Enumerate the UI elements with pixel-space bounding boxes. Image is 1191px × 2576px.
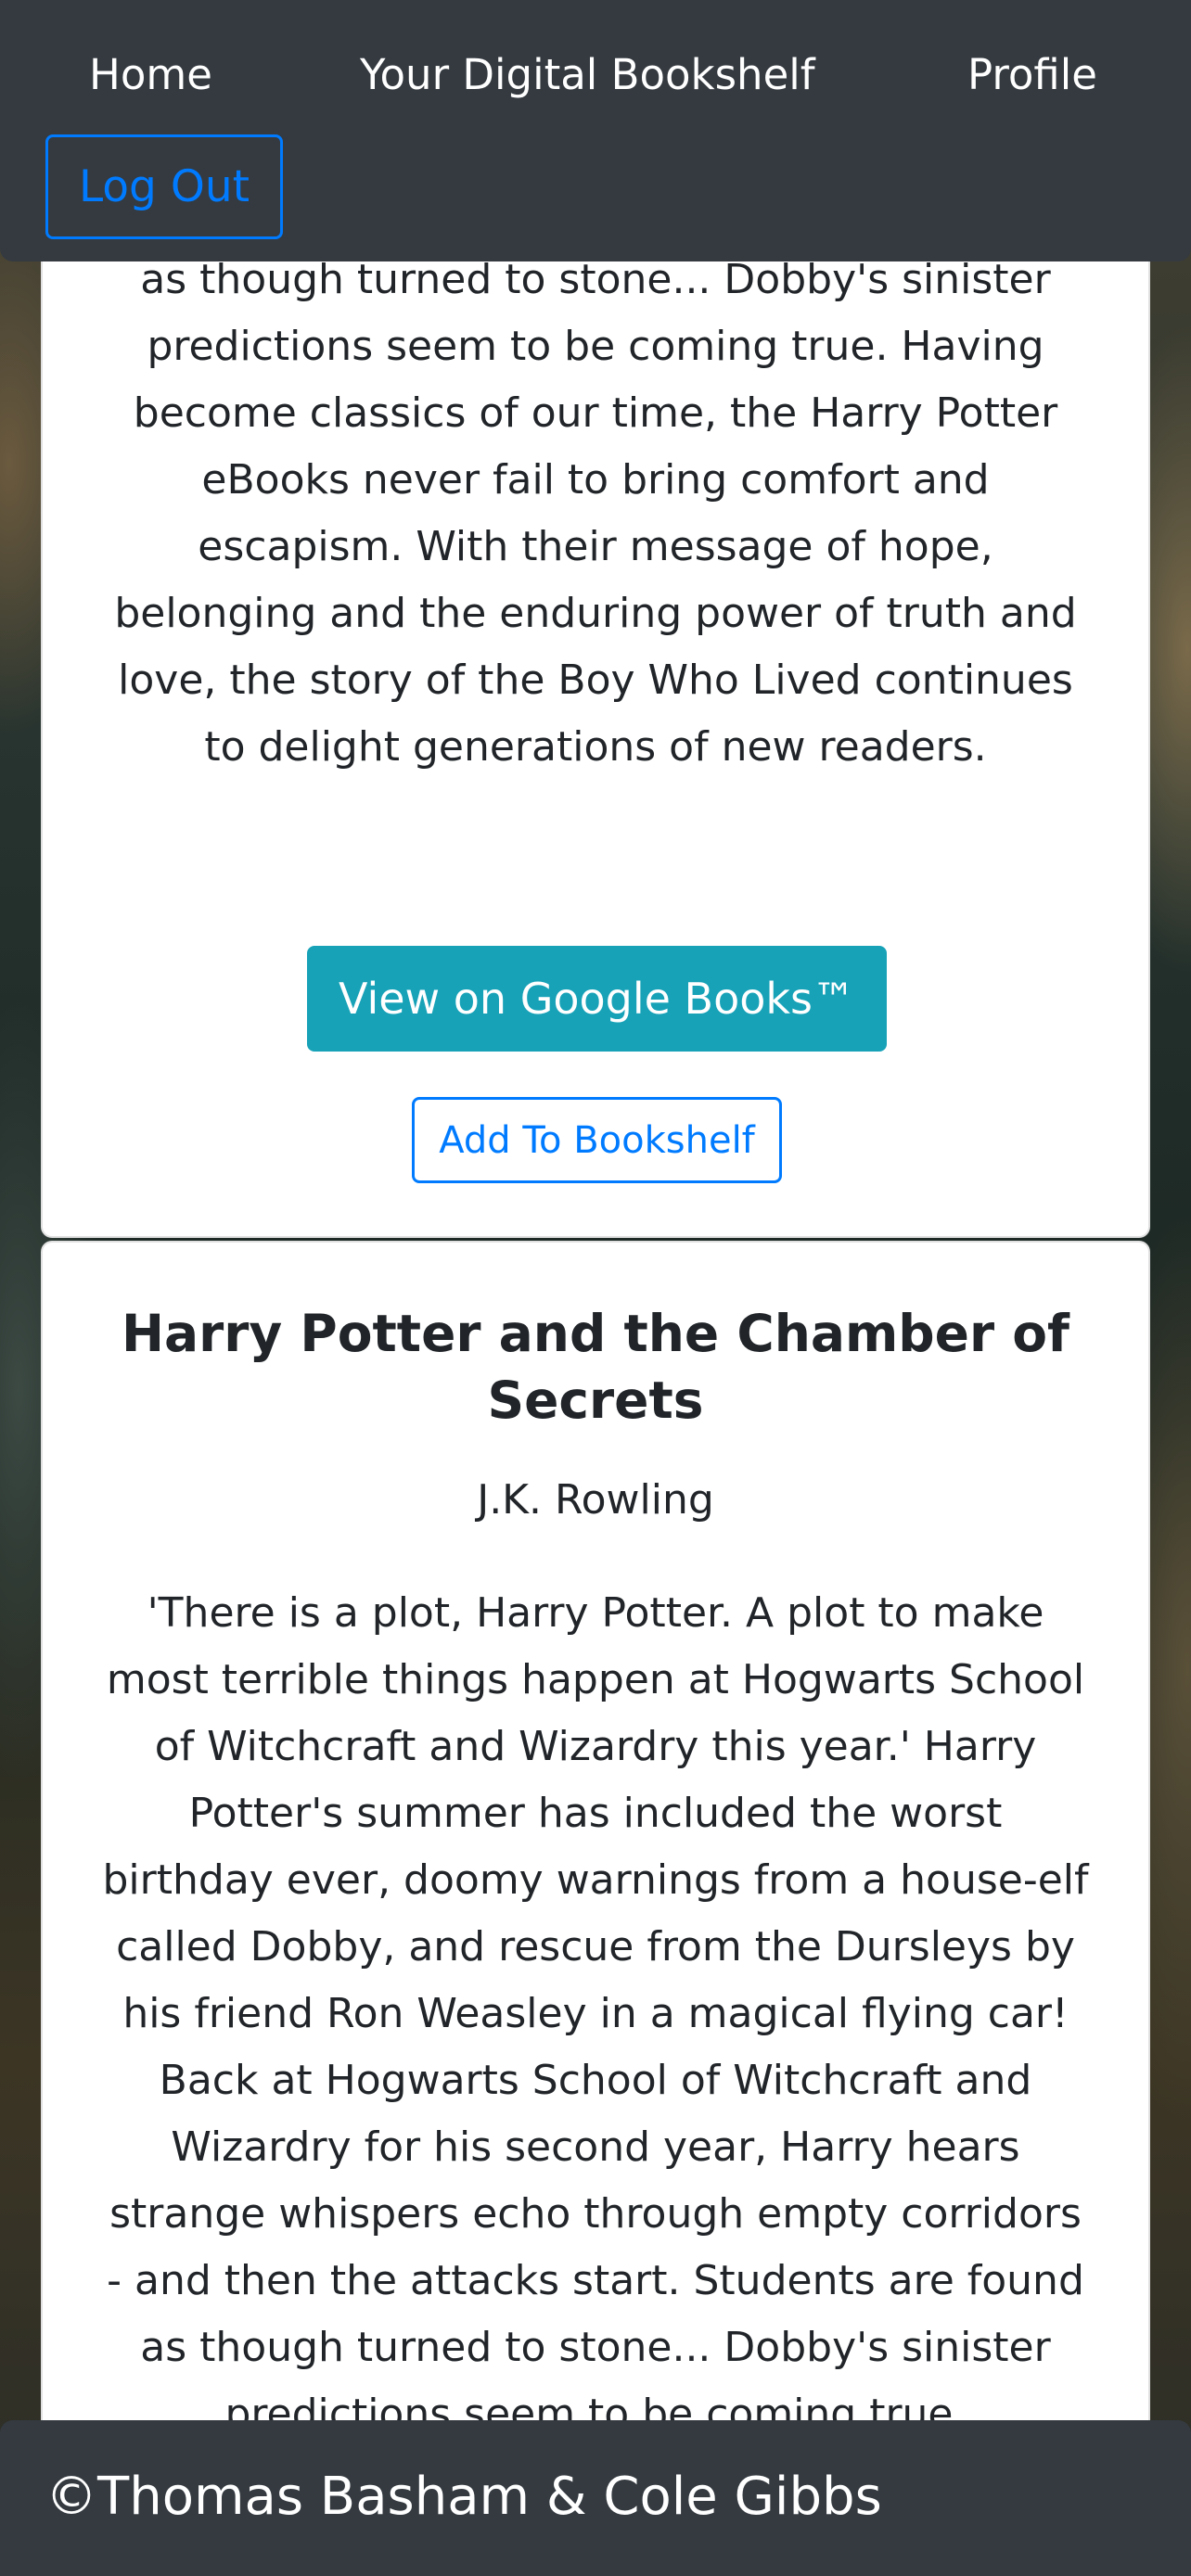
top-navbar: Home Your Digital Bookshelf Profile Log … [0,0,1191,261]
book-card: strange whispers echo through empty corr… [41,139,1150,1238]
footer-copyright: ©Thomas Basham & Cole Gibbs [45,2467,882,2527]
view-on-google-books-button[interactable]: View on Google Books™ [307,946,887,1052]
book-title: Harry Potter and the Chamber of Secrets [122,1304,1069,1430]
book-author: J.K. Rowling [477,1476,714,1524]
book-card: Harry Potter and the Chamber of Secrets … [41,1241,1150,2446]
nav-bookshelf-link[interactable]: Your Digital Bookshelf [360,50,815,99]
nav-profile-link[interactable]: Profile [967,50,1097,99]
add-to-bookshelf-button[interactable]: Add To Bookshelf [412,1097,782,1183]
nav-home-link[interactable]: Home [89,50,212,99]
footer: ©Thomas Basham & Cole Gibbs [0,2420,1191,2576]
book-description: 'There is a plot, Harry Potter. A plot t… [102,1589,1089,2438]
log-out-button[interactable]: Log Out [45,134,283,239]
